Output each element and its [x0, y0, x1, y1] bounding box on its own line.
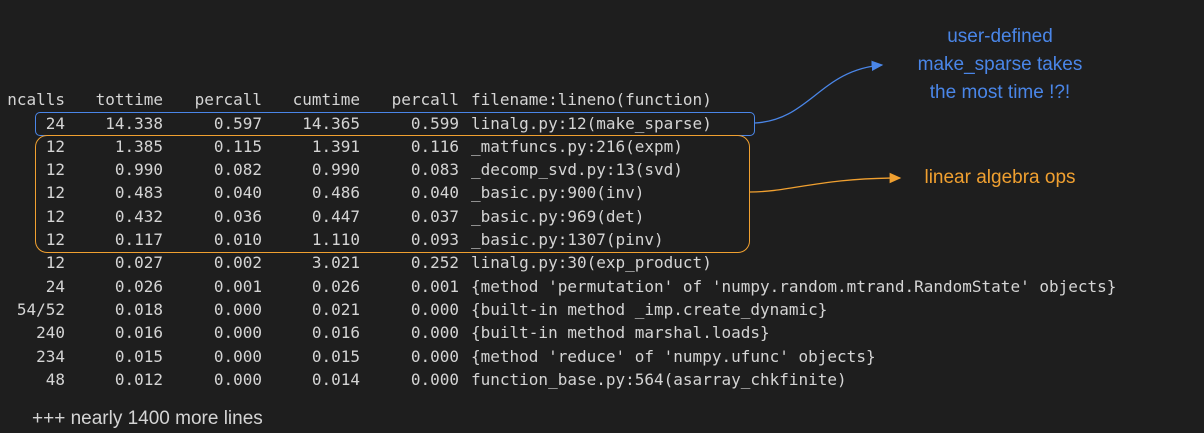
blue-arrow	[754, 60, 884, 124]
make-sparse-annotation: user-defined make_sparse takes the most …	[880, 23, 1120, 107]
linear-algebra-annotation: linear algebra ops	[924, 167, 1076, 188]
more-lines-note: +++ nearly 1400 more lines	[32, 408, 263, 429]
annotation-line-3: the most time !?!	[929, 82, 1071, 103]
profiler-output-panel: ncalls tottime percall cumtime percall f…	[0, 0, 1204, 433]
orange-arrow	[749, 172, 902, 193]
annotation-line-1: user-defined	[947, 26, 1053, 47]
annotation-line-2: make_sparse takes	[917, 54, 1083, 75]
